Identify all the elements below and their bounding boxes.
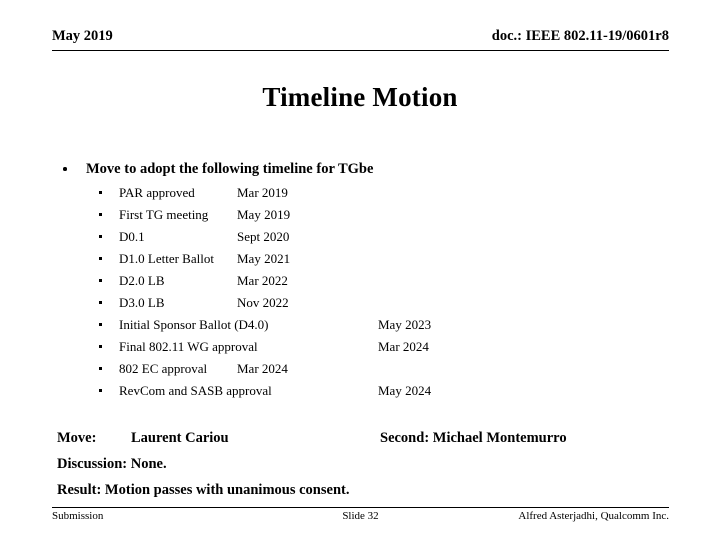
timeline-milestone: First TG meeting: [119, 207, 209, 222]
timeline-row: D2.0 LB Mar 2022: [0, 270, 720, 292]
timeline-row: D1.0 Letter Ballot May 2021: [0, 248, 720, 270]
motion-result-row: Result: Motion passes with unanimous con…: [0, 480, 720, 506]
timeline-date: Mar 2024: [378, 339, 429, 354]
timeline-milestone: Final 802.11 WG approval: [119, 339, 258, 354]
timeline-row: First TG meeting May 2019: [0, 204, 720, 226]
bullet-square-icon: [99, 345, 103, 349]
timeline-row: D0.1 Sept 2020: [0, 226, 720, 248]
main-bullet: Move to adopt the following timeline for…: [0, 158, 720, 180]
page-title: Timeline Motion: [262, 82, 458, 112]
bullet-square-icon: [99, 367, 103, 371]
slide-body: Move to adopt the following timeline for…: [0, 158, 720, 402]
timeline-milestone: PAR approved: [119, 185, 195, 200]
bullet-square-icon: [99, 235, 103, 239]
footer-submission: Submission: [52, 510, 104, 522]
seconder: Second: Michael Montemurro: [380, 430, 567, 446]
bullet-square-icon: [99, 279, 103, 283]
timeline-date: Nov 2022: [237, 295, 289, 310]
timeline-date: May 2024: [378, 383, 432, 398]
timeline-date: May 2019: [237, 207, 291, 222]
timeline-list: PAR approved Mar 2019 First TG meeting May …: [0, 182, 720, 402]
bullet-square-icon: [99, 323, 103, 327]
timeline-date: Mar 2022: [237, 273, 288, 288]
main-bullet-label: Move to adopt the following timeline for…: [86, 161, 374, 177]
timeline-row: D3.0 LB Nov 2022: [0, 292, 720, 314]
header-divider: [52, 50, 669, 51]
timeline-date: Mar 2024: [237, 361, 288, 376]
motion-block: Move: Laurent Cariou Second: Michael Mon…: [0, 428, 720, 506]
timeline-date: May 2021: [237, 251, 291, 266]
timeline-row: 802 EC approval Mar 2024: [0, 358, 720, 380]
timeline-milestone: RevCom and SASB approval: [119, 383, 272, 398]
result-text: Result: Motion passes with unanimous con…: [57, 482, 350, 498]
bullet-square-icon: [99, 191, 103, 195]
timeline-date: May 2023: [378, 317, 432, 332]
timeline-milestone: Initial Sponsor Ballot (D4.0): [119, 317, 269, 332]
bullet-square-icon: [99, 213, 103, 217]
bullet-square-icon: [99, 389, 103, 393]
header-doc-ref: doc.: IEEE 802.11-19/0601r8: [491, 28, 669, 44]
slide-header: May 2019 doc.: IEEE 802.11-19/0601r8: [52, 28, 669, 50]
bullet-square-icon: [99, 257, 103, 261]
header-date: May 2019: [52, 28, 113, 44]
mover-name: Laurent Cariou: [131, 430, 229, 446]
footer-author: Alfred Asterjadhi, Qualcomm Inc.: [518, 510, 669, 522]
timeline-date: Mar 2019: [237, 185, 288, 200]
timeline-milestone: D2.0 LB: [119, 273, 165, 288]
timeline-milestone: D3.0 LB: [119, 295, 165, 310]
bullet-square-icon: [99, 301, 103, 305]
discussion-text: Discussion: None.: [57, 456, 167, 472]
timeline-date: Sept 2020: [237, 229, 290, 244]
timeline-milestone: D0.1: [119, 229, 145, 244]
timeline-row: Final 802.11 WG approval Mar 2024: [0, 336, 720, 358]
motion-mover-row: Move: Laurent Cariou Second: Michael Mon…: [0, 428, 720, 454]
timeline-row: RevCom and SASB approval May 2024: [0, 380, 720, 402]
move-label: Move:: [57, 430, 97, 446]
timeline-milestone: D1.0 Letter Ballot: [119, 251, 214, 266]
timeline-milestone: 802 EC approval: [119, 361, 208, 376]
slide-footer: Slide 32 Submission Alfred Asterjadhi, Q…: [52, 510, 669, 528]
bullet-dot-icon: [63, 167, 67, 171]
footer-divider: [52, 507, 669, 508]
timeline-row: Initial Sponsor Ballot (D4.0) May 2023: [0, 314, 720, 336]
motion-discussion-row: Discussion: None.: [0, 454, 720, 480]
timeline-row: PAR approved Mar 2019: [0, 182, 720, 204]
